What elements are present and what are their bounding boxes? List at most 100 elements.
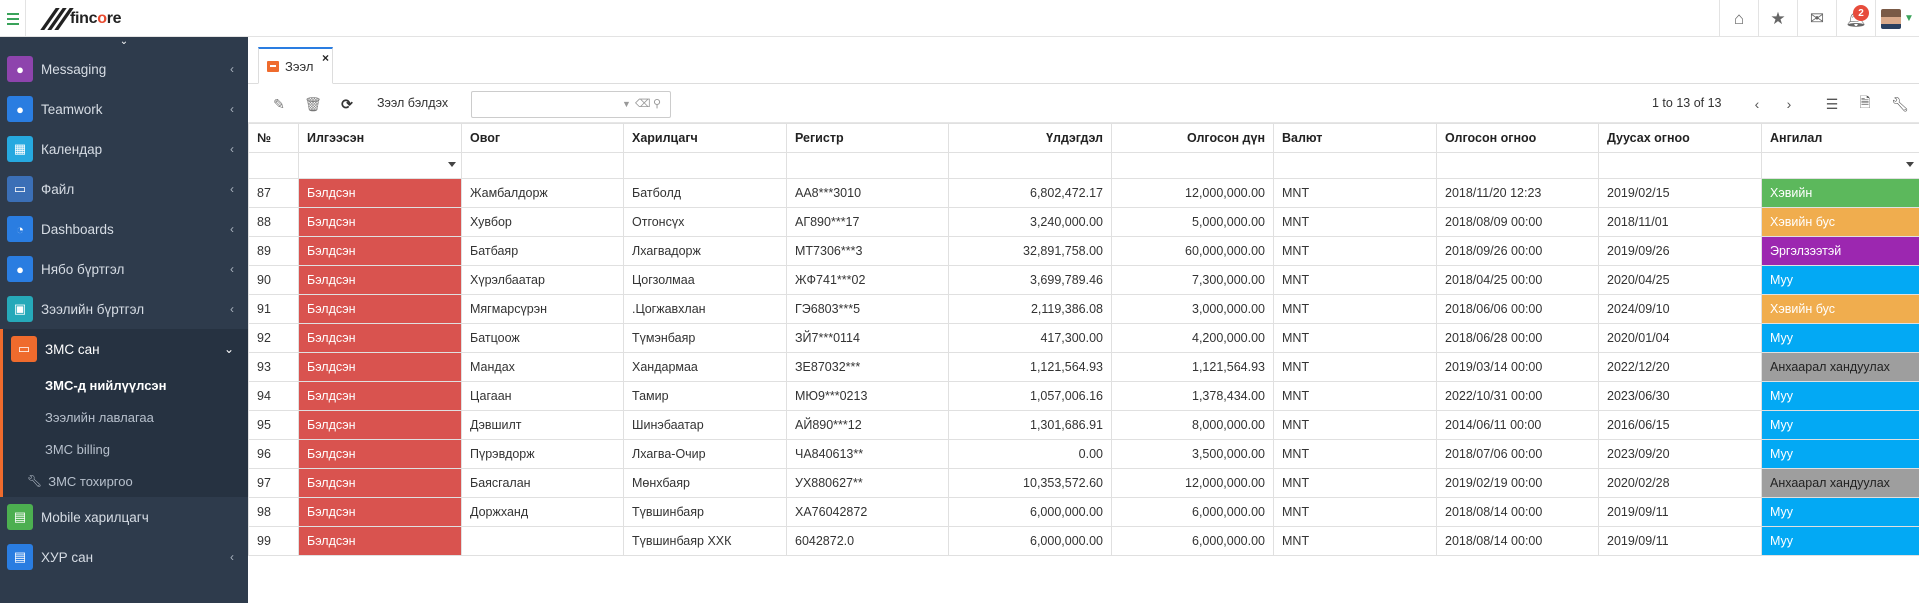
pagination-info: 1 to 13 of 13 [1652,96,1722,110]
sidebar-item-label: Messaging [41,61,107,77]
logo-text: fincore [70,10,122,27]
sidebar-item-khur[interactable]: ▤ ХУР сан ‹ [0,537,248,577]
chevron-down-icon: ⌄ [223,342,234,356]
table-cell-no: 91 [248,294,299,324]
table-cell-register: АГ890***17 [786,207,949,237]
edit-button[interactable]: ✎ [268,93,290,115]
sidebar-item-label: Teamwork [41,101,103,117]
search-input[interactable]: ▼ ⌫ ⚲ [471,91,671,118]
filter-cell[interactable] [786,152,949,179]
sidebar-subitem-loan-reference[interactable]: Зээлийн лавлагаа [3,401,248,433]
sidebar-item-calendar[interactable]: ▦ Календар ‹ [0,129,248,169]
sidebar-item-messaging[interactable]: ● Messaging ‹ [0,49,248,89]
table-row[interactable]: 98 Бэлдсэн Доржханд Түвшинбаяр ХА76042872 6,0… [248,497,1919,527]
table-row[interactable]: 95 Бэлдсэн Дэвшилт Шинэбаатар АЙ890***12 1,30… [248,410,1919,440]
sidebar-item-more[interactable] [0,577,248,603]
menu-toggle-button[interactable] [0,0,26,37]
column-header-balance[interactable]: Үлдэгдэл [948,123,1112,153]
sidebar-item-loan-registry[interactable]: ▣ Зээлийн бүртгэл ‹ [0,289,248,329]
table-row[interactable]: 96 Бэлдсэн Пүрэвдорж Лхагва-Очир ЧА840613** 0… [248,439,1919,469]
table-row[interactable]: 94 Бэлдсэн Цагаан Тамир МЮ9***0213 1,057,006.… [248,381,1919,411]
filter-cell[interactable] [623,152,787,179]
table-cell-surname: Хүрэлбаатар [461,265,624,295]
table-row[interactable]: 99 Бэлдсэн Түвшинбаяр ХХК 6042872.0 6,000,00… [248,526,1919,556]
table-cell-status: Бэлдсэн [298,352,462,382]
column-header-no[interactable]: № [248,123,299,153]
messages-button[interactable]: ✉ [1797,0,1836,37]
table-cell-due-date: 2022/12/20 [1598,352,1762,382]
user-menu-button[interactable]: ▼ [1875,0,1919,37]
sidebar-subitem-zms-supplied[interactable]: ЗМС-д нийлүүлсэн [3,369,248,401]
filter-cell[interactable] [1598,152,1762,179]
home-button[interactable]: ⌂ [1719,0,1758,37]
table-cell-surname: Хувбор [461,207,624,237]
table-cell-no: 87 [248,178,299,208]
table-cell-issued-date: 2018/08/14 00:00 [1436,526,1599,556]
export-button[interactable]: 🗎 [1854,93,1876,115]
column-header-amount[interactable]: Олгосон дүн [1111,123,1274,153]
table-cell-category: Анхаарал хандуулах [1761,352,1919,382]
column-header-register[interactable]: Регистр [786,123,949,153]
filter-cell[interactable] [1436,152,1599,179]
table-row[interactable]: 89 Бэлдсэн Батбаяр Лхагвадорж МТ7306***3 32,8… [248,236,1919,266]
table-cell-status: Бэлдсэн [298,410,462,440]
column-header-sent[interactable]: Илгээсэн [298,123,462,153]
table-cell-currency: MNT [1273,207,1437,237]
column-header-currency[interactable]: Валют [1273,123,1437,153]
refresh-button[interactable]: ⟳ [336,93,358,115]
column-header-issued-date[interactable]: Олгосон огноо [1436,123,1599,153]
table-cell-client: Түвшинбаяр ХХК [623,526,787,556]
notifications-button[interactable]: 🔔︎ 2 [1836,0,1875,37]
table-row[interactable]: 97 Бэлдсэн Баясгалан Мөнхбаяр УХ880627** 10,3… [248,468,1919,498]
chevron-down-icon[interactable]: ⌄ [0,37,248,49]
table-row[interactable]: 92 Бэлдсэн Батцоож Түмэнбаяр ЗЙ7***0114 417,3… [248,323,1919,353]
eraser-icon[interactable]: ⌫ [635,97,651,110]
table-cell-due-date: 2024/09/10 [1598,294,1762,324]
filter-cell[interactable] [1111,152,1274,179]
sidebar-item-teamwork[interactable]: ● Teamwork ‹ [0,89,248,129]
table-cell-balance: 6,802,472.17 [948,178,1112,208]
users-icon: ● [7,56,33,82]
column-header-due-date[interactable]: Дуусах огноо [1598,123,1762,153]
settings-button[interactable]: 🔧︎ [1889,93,1911,115]
sidebar-item-zms[interactable]: ▭ ЗМС сан ⌄ [0,329,248,369]
sidebar-item-label: Mobile харилцагч [41,509,149,525]
filter-cell[interactable] [1273,152,1437,179]
sidebar-item-accounting[interactable]: ● Нябо бүртгэл ‹ [0,249,248,289]
search-icon[interactable]: ⚲ [653,97,661,110]
table-cell-status: Бэлдсэн [298,207,462,237]
sidebar-item-file[interactable]: ▭ Файл ‹ [0,169,248,209]
close-icon[interactable]: × [322,51,329,65]
next-page-button[interactable]: › [1778,93,1800,115]
table-cell-surname: Дэвшилт [461,410,624,440]
filter-cell[interactable] [248,152,299,179]
fincore-logo-icon [40,7,74,31]
table-cell-issued-date: 2018/06/28 00:00 [1436,323,1599,353]
sidebar-item-mobile-client[interactable]: ▤ Mobile харилцагч [0,497,248,537]
favorites-button[interactable]: ★ [1758,0,1797,37]
sidebar-subitem-zms-settings[interactable]: 🔧︎ ЗМС тохиргоо [3,465,248,497]
table-cell-client: Түмэнбаяр [623,323,787,353]
table-row[interactable]: 87 Бэлдсэн Жамбалдорж Батболд АА8***3010 6,80… [248,178,1919,208]
filter-cell[interactable] [461,152,624,179]
column-header-category[interactable]: Ангилал [1761,123,1919,153]
tab-loan[interactable]: Зээл × [258,47,333,84]
column-header-client[interactable]: Харилцагч [623,123,787,153]
table-row[interactable]: 91 Бэлдсэн Мягмарсүрэн .Цогжавхлан ГЭ6803***… [248,294,1919,324]
list-view-button[interactable]: ☰ [1821,93,1843,115]
app-logo[interactable]: fincore [40,7,122,31]
filter-category-dropdown[interactable] [1761,152,1919,179]
table-cell-balance: 2,119,386.08 [948,294,1112,324]
delete-button[interactable]: 🗑︎ [302,93,324,115]
table-row[interactable]: 90 Бэлдсэн Хүрэлбаатар Цогзолмаа ЖФ741***02 3… [248,265,1919,295]
filter-cell[interactable] [948,152,1112,179]
filter-sent-dropdown[interactable] [298,152,462,179]
column-header-surname[interactable]: Овог [461,123,624,153]
table-filter-row [248,152,1919,179]
table-row[interactable]: 93 Бэлдсэн Мандах Хандармаа ЗЕ87032*** 1,121,… [248,352,1919,382]
sidebar-item-dashboards[interactable]: ◔ Dashboards ‹ [0,209,248,249]
sidebar-subitem-zms-billing[interactable]: ЗМС billing [3,433,248,465]
table-cell-currency: MNT [1273,178,1437,208]
prev-page-button[interactable]: ‹ [1746,93,1768,115]
table-row[interactable]: 88 Бэлдсэн Хувбор Отгонсүх АГ890***17 3,240,0… [248,207,1919,237]
